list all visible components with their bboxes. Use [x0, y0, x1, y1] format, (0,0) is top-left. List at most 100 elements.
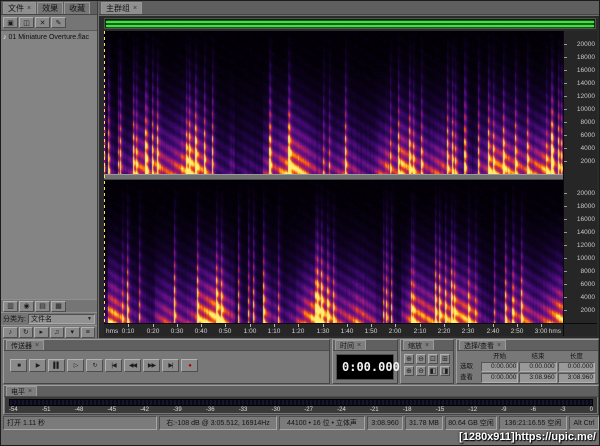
frequency-label: 8000 — [580, 268, 595, 275]
show-loop-files-toggle[interactable]: ↻ — [18, 326, 33, 338]
close-icon[interactable]: × — [28, 388, 32, 395]
close-icon[interactable]: × — [27, 5, 31, 12]
status-hint: 打开 1.11 秒 — [3, 416, 157, 430]
show-video-files-toggle[interactable]: ▸ — [34, 326, 49, 338]
time-panel-tab[interactable]: 时间 × — [335, 340, 367, 350]
frequency-label: 8000 — [580, 119, 595, 126]
rewind-button[interactable]: ◀◀ — [124, 359, 141, 372]
advanced-options-icon[interactable]: ▦ — [51, 300, 66, 312]
show-audio-files-toggle[interactable]: ♪ — [3, 326, 18, 338]
overview-waveform-left — [106, 21, 594, 23]
selection-view-panel-tab[interactable]: 选择/查看 × — [459, 340, 507, 350]
close-icon[interactable]: × — [133, 5, 137, 12]
record-button[interactable]: ● — [181, 359, 198, 372]
tab-favorites[interactable]: 收藏 — [64, 2, 91, 14]
view-end-field[interactable]: 3:08.960 — [519, 373, 557, 383]
level-scale-label: -33 — [238, 407, 248, 413]
spectrogram-right-channel[interactable] — [104, 180, 563, 323]
level-scale-label: -9 — [501, 407, 507, 413]
level-scale: -54 -51 -48 -45 -42 -39 -36 -33 -30 -27 -24 -21 -18-… — [9, 407, 593, 415]
close-icon[interactable]: × — [357, 342, 361, 349]
frequency-label: 10000 — [576, 106, 595, 113]
fast-forward-button[interactable]: ▶▶ — [143, 359, 160, 372]
import-file-icon[interactable]: ▣ — [3, 17, 18, 28]
edit-file-icon[interactable]: ✎ — [51, 17, 66, 28]
zoom-to-selection-button[interactable]: ⊞ — [440, 354, 450, 364]
files-toolbar: ▣ ◫ ✕ ✎ — [1, 15, 97, 31]
zoom-out-vertical-button[interactable]: ⊖ — [416, 366, 426, 376]
list-item[interactable]: ♪ 01 Miniature Overture.flac — [1, 32, 97, 42]
frequency-tick — [564, 44, 567, 45]
show-markers-toggle[interactable]: ▾ — [65, 326, 80, 338]
panel-title: 电平 — [11, 388, 25, 396]
zoom-in-horizontal-button[interactable]: ⊕ — [404, 354, 414, 364]
show-midi-files-toggle[interactable]: ♫ — [49, 326, 64, 338]
zoom-in-vertical-button[interactable]: ⊕ — [404, 366, 414, 376]
play-button[interactable]: ▶ — [29, 359, 46, 372]
pause-button[interactable]: ▌▌ — [48, 359, 65, 372]
levels-panel-header: 电平 × — [4, 386, 598, 397]
frequency-ruler[interactable]: 20000 18000 16000 14000 12000 10000 8000 6000 40… — [563, 31, 597, 323]
frequency-tick — [564, 310, 567, 311]
spectral-display[interactable] — [104, 31, 563, 323]
insert-into-cd-list-icon[interactable]: ◉ — [19, 300, 34, 312]
show-full-paths-toggle[interactable]: ≡ — [80, 326, 95, 338]
tab-main-group[interactable]: 主群组 × — [101, 2, 143, 14]
left-panel-tabs: 文件 × 效果 收藏 — [1, 1, 97, 15]
zoom-out-horizontal-button[interactable]: ⊖ — [416, 354, 426, 364]
file-name: 01 Miniature Overture.flac — [8, 33, 90, 41]
frequency-tick — [564, 297, 567, 298]
tab-files[interactable]: 文件 × — [3, 2, 37, 14]
frequency-tick — [564, 70, 567, 71]
zoom-button-row: ⊕ ⊖ ⊡ ⊞ — [404, 354, 450, 364]
level-scale-label: -39 — [173, 407, 182, 413]
selection-view-panel: 选择/查看 × 开始 结束 长度 选取 0:00.000 0:00.000 0:00.000… — [456, 339, 599, 384]
close-file-icon[interactable]: ✕ — [35, 17, 50, 28]
view-length-field[interactable]: 3:08.960 — [557, 373, 595, 383]
zoom-selection-left-button[interactable]: ◧ — [428, 366, 438, 376]
timeline-tick-label: 0:10 — [121, 328, 135, 335]
import-folder-icon[interactable]: ◫ — [19, 17, 34, 28]
play-from-cursor-button[interactable]: ▷ — [67, 359, 84, 372]
frequency-label: 4000 — [580, 145, 595, 152]
panel-title: 选择/查看 — [464, 342, 494, 350]
close-icon[interactable]: × — [425, 342, 429, 349]
selview-table: 开始 结束 长度 选取 0:00.000 0:00.000 0:00.000 查看 0:00.0… — [460, 353, 595, 383]
frequency-label: 12000 — [576, 93, 595, 100]
tab-label: 主群组 — [106, 4, 130, 13]
level-meter[interactable] — [9, 399, 593, 406]
overview-waveform[interactable] — [104, 18, 596, 29]
selection-start-field[interactable]: 0:00.000 — [481, 362, 519, 372]
zoom-selection-right-button[interactable]: ◨ — [440, 366, 450, 376]
tab-effects[interactable]: 效果 — [37, 2, 64, 14]
selection-length-field[interactable]: 0:00.000 — [557, 362, 595, 372]
go-to-beginning-button[interactable]: |◀ — [105, 359, 122, 372]
zoom-button-row: ⊕ ⊖ ◧ ◨ — [404, 366, 450, 376]
frequency-label: 6000 — [580, 281, 595, 288]
playhead[interactable] — [104, 31, 105, 323]
spectrogram-left-channel[interactable] — [104, 31, 563, 174]
status-sample-format: 44100 • 16 位 • 立体声 — [279, 416, 365, 430]
levels-panel-tab[interactable]: 电平 × — [6, 386, 38, 396]
file-list[interactable]: ♪ 01 Miniature Overture.flac — [1, 31, 97, 299]
transport-panel-tab[interactable]: 传送器 × — [6, 340, 45, 350]
stop-button[interactable]: ■ — [10, 359, 27, 372]
timeline-tick-label: 2:40 — [486, 328, 500, 335]
timeline-tick-label: 1:30 — [316, 328, 330, 335]
close-icon[interactable]: × — [35, 342, 39, 349]
play-looped-button[interactable]: ↻ — [86, 359, 103, 372]
insert-into-multitrack-icon[interactable]: ▥ — [3, 300, 18, 312]
zoom-full-button[interactable]: ⊡ — [428, 354, 438, 364]
view-start-field[interactable]: 0:00.000 — [481, 373, 519, 383]
selection-end-field[interactable]: 0:00.000 — [519, 362, 557, 372]
timeline-tick — [201, 324, 202, 327]
zoom-panel-tab[interactable]: 缩放 × — [403, 340, 435, 350]
open-file-icon[interactable]: ▤ — [35, 300, 50, 312]
close-icon[interactable]: × — [497, 342, 501, 349]
panel-title: 缩放 — [408, 342, 422, 350]
go-to-end-button[interactable]: ▶| — [162, 359, 179, 372]
sort-by-dropdown[interactable]: 文件名 ▼ — [27, 314, 95, 324]
audio-file-icon: ♪ — [3, 33, 7, 41]
status-modifier-keys: Alt Ctrl — [569, 416, 599, 430]
timeline-ruler[interactable]: hms hms 0:10 0:20 0:30 0:40 0:50 1:00 1:10 1:20 1:… — [104, 323, 563, 336]
